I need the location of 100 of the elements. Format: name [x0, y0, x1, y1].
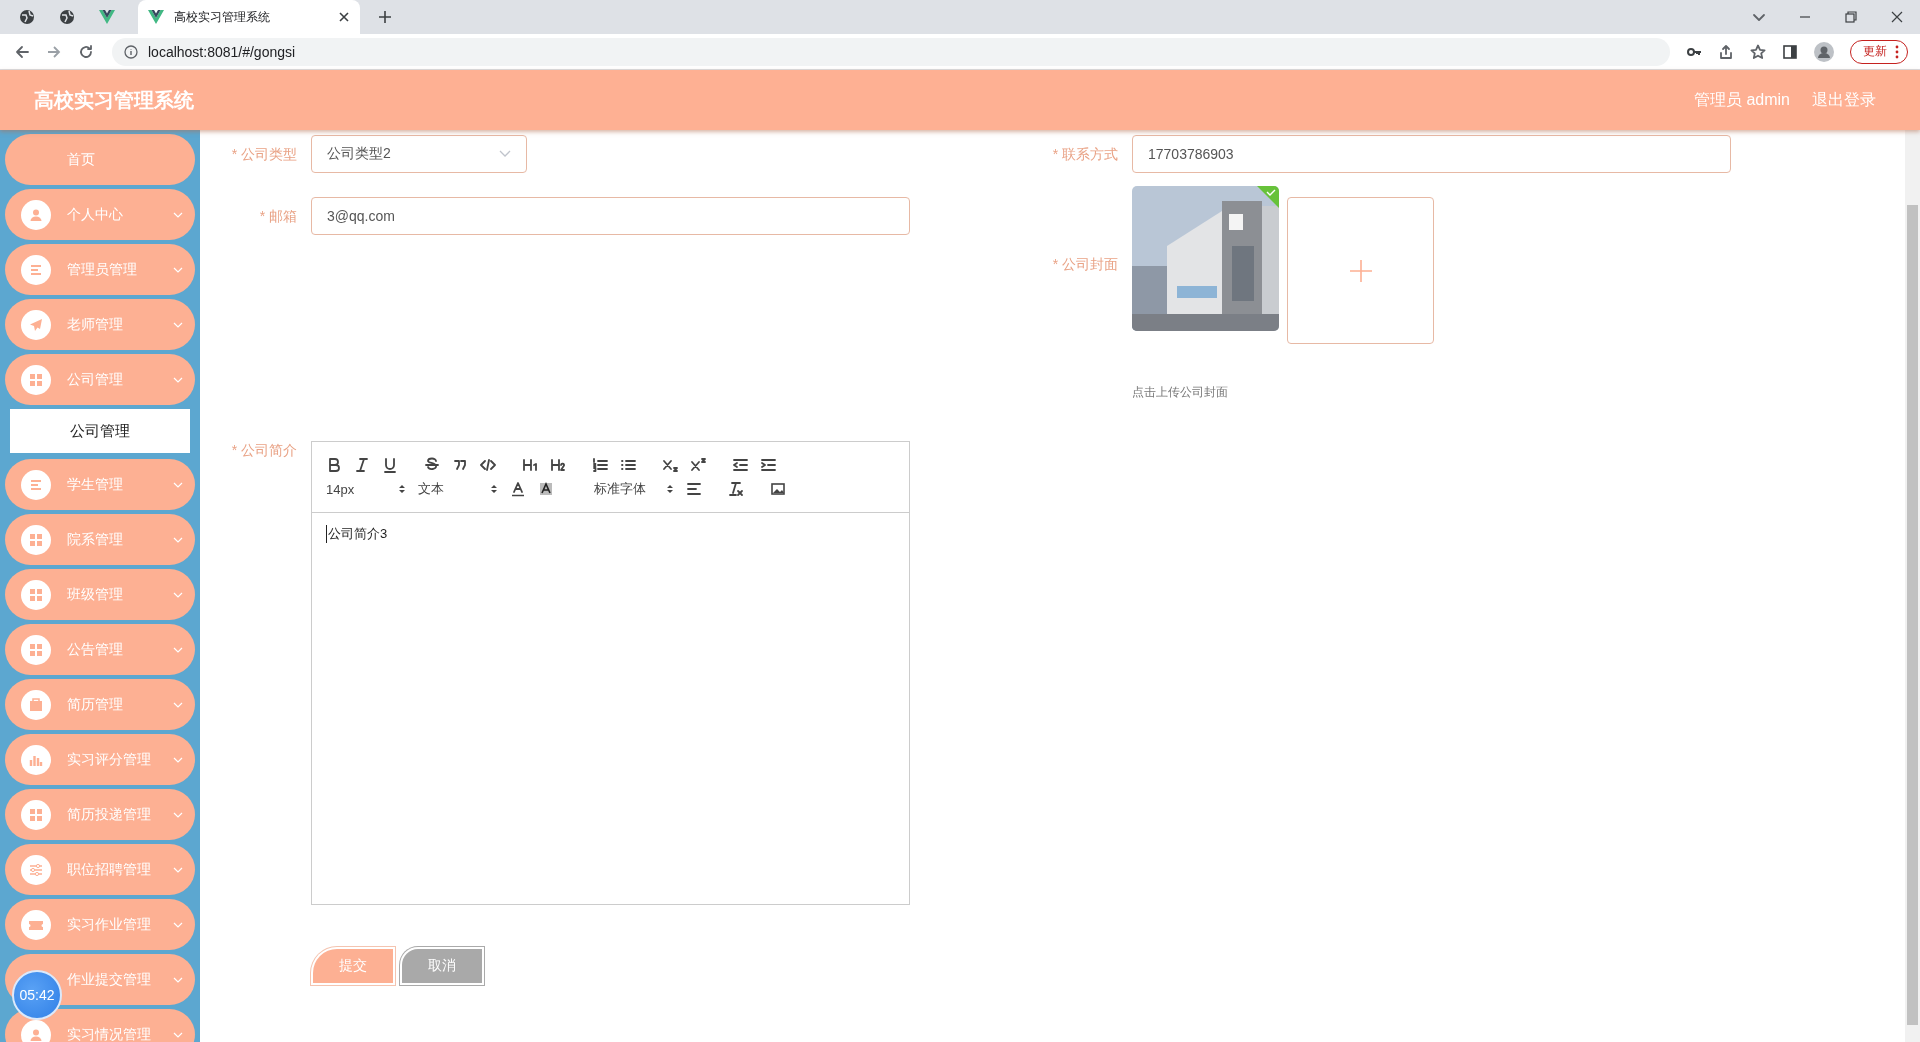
- menu-item[interactable]: 实习评分管理: [5, 734, 195, 785]
- outdent-icon[interactable]: [732, 457, 748, 473]
- menu-item[interactable]: 简历投递管理: [5, 789, 195, 840]
- logout-link[interactable]: 退出登录: [1812, 89, 1876, 111]
- chevron-icon: [173, 321, 183, 328]
- font-size-picker[interactable]: 14px: [326, 481, 406, 497]
- chevron-icon: [173, 211, 183, 218]
- chevron-icon: [173, 921, 183, 928]
- chevron-icon: [173, 976, 183, 983]
- menu-item[interactable]: 院系管理: [5, 514, 195, 565]
- chevron-icon: [173, 266, 183, 273]
- browser-tab[interactable]: 高校实习管理系统: [138, 0, 360, 34]
- user-label: 管理员 admin: [1693, 89, 1790, 110]
- menu-item[interactable]: 老师管理: [5, 299, 195, 350]
- editor-text: 公司简介3: [326, 525, 895, 543]
- share-icon[interactable]: [1718, 43, 1734, 60]
- menu-item[interactable]: 班级管理: [5, 569, 195, 620]
- align-icon[interactable]: [686, 481, 702, 497]
- select-field[interactable]: 公司类型2: [311, 135, 527, 173]
- superscript-icon[interactable]: [690, 457, 706, 473]
- heading-one-icon[interactable]: [522, 457, 538, 473]
- avatar-icon[interactable]: [1814, 41, 1834, 62]
- rich-text-editor[interactable]: 14px 文本 标准字体 公司简介3: [311, 441, 910, 905]
- input-field[interactable]: 3@qq.com: [311, 197, 910, 235]
- reload-icon[interactable]: [78, 43, 94, 60]
- menu-item[interactable]: 管理员管理: [5, 244, 195, 295]
- plus-icon: [1348, 258, 1373, 283]
- star-icon[interactable]: [1750, 43, 1766, 60]
- ordered-list-icon[interactable]: [592, 457, 608, 473]
- grid-icon: [28, 371, 44, 388]
- text-color-icon[interactable]: [510, 481, 526, 497]
- heading-two-icon[interactable]: [550, 457, 566, 473]
- more-icon: [1895, 44, 1899, 59]
- close-icon[interactable]: [338, 11, 350, 23]
- indent-icon[interactable]: [760, 457, 776, 473]
- briefcase-icon: [28, 696, 44, 713]
- chevron-icon: [173, 866, 183, 873]
- bullet-list-icon[interactable]: [620, 457, 636, 473]
- italic-icon[interactable]: [354, 457, 370, 473]
- grid-icon: [28, 586, 44, 603]
- field-label: * 公司简介: [230, 441, 298, 459]
- chevron-icon: [173, 536, 183, 543]
- quote-icon[interactable]: [452, 457, 468, 473]
- close-icon[interactable]: [1890, 10, 1904, 24]
- underline-icon[interactable]: [382, 457, 398, 473]
- field-label: * 公司封面: [1051, 254, 1119, 274]
- sort-arrows-icon: [490, 484, 498, 494]
- menu-item[interactable]: 公告管理: [5, 624, 195, 675]
- menu-item[interactable]: 个人中心: [5, 189, 195, 240]
- field-label: * 邮箱: [258, 207, 298, 226]
- strikethrough-icon[interactable]: [424, 457, 440, 473]
- menu-item[interactable]: 简历管理: [5, 679, 195, 730]
- input-field[interactable]: 17703786903: [1132, 135, 1731, 173]
- background-color-icon[interactable]: [538, 481, 554, 497]
- image-icon[interactable]: [770, 481, 786, 497]
- chevron-icon: [173, 591, 183, 598]
- grid-icon: [28, 531, 44, 548]
- globe-icon[interactable]: [19, 9, 35, 25]
- bold-icon[interactable]: [326, 457, 342, 473]
- paper-plane-icon: [28, 316, 44, 333]
- back-arrow-icon[interactable]: [14, 43, 30, 60]
- font-family-picker[interactable]: 标准字体: [594, 480, 674, 498]
- sort-arrows-icon: [666, 484, 674, 494]
- chevron-icon: [173, 481, 183, 488]
- chevron-icon: [173, 811, 183, 818]
- chevron-icon: [173, 701, 183, 708]
- grid-icon: [28, 806, 44, 823]
- side-panel-icon[interactable]: [1782, 43, 1798, 60]
- field-label: * 公司类型: [230, 145, 298, 164]
- menu-item[interactable]: 职位招聘管理: [5, 844, 195, 895]
- sort-arrows-icon: [398, 484, 406, 494]
- v-logo-icon[interactable]: [99, 9, 115, 25]
- upload-hint: 点击上传公司封面: [1132, 384, 1229, 401]
- menu-item[interactable]: 学生管理: [5, 459, 195, 510]
- info-icon: [124, 44, 138, 59]
- menu-item[interactable]: 实习作业管理: [5, 899, 195, 950]
- cancel-button[interactable]: 取消: [402, 949, 482, 983]
- forward-arrow-icon[interactable]: [46, 43, 62, 60]
- menu-item[interactable]: 实习情况管理: [5, 1009, 195, 1042]
- chevron-icon: [173, 646, 183, 653]
- update-button[interactable]: 更新: [1850, 39, 1908, 64]
- app-title: 高校实习管理系统: [34, 87, 194, 113]
- scrollbar-thumb[interactable]: [1907, 205, 1918, 1025]
- code-icon[interactable]: [480, 457, 496, 473]
- clear-format-icon[interactable]: [728, 481, 744, 497]
- submenu-item[interactable]: 公司管理: [10, 409, 190, 453]
- format-picker[interactable]: 文本: [418, 480, 498, 498]
- restore-icon[interactable]: [1844, 10, 1858, 24]
- chevron-icon: [173, 756, 183, 763]
- chevron-icon: [173, 1031, 183, 1038]
- chevron-icon: [173, 376, 183, 383]
- submit-button[interactable]: 提交: [313, 949, 393, 983]
- plus-icon[interactable]: [378, 10, 392, 24]
- menu-item[interactable]: 首页: [5, 134, 195, 185]
- v-logo-icon: [148, 9, 164, 25]
- subscript-icon[interactable]: [662, 457, 678, 473]
- address-field[interactable]: localhost:8081/#/gongsi: [112, 37, 1670, 66]
- chevron-down-icon: [499, 150, 511, 158]
- globe-icon[interactable]: [59, 9, 75, 25]
- menu-item[interactable]: 公司管理: [5, 354, 195, 405]
